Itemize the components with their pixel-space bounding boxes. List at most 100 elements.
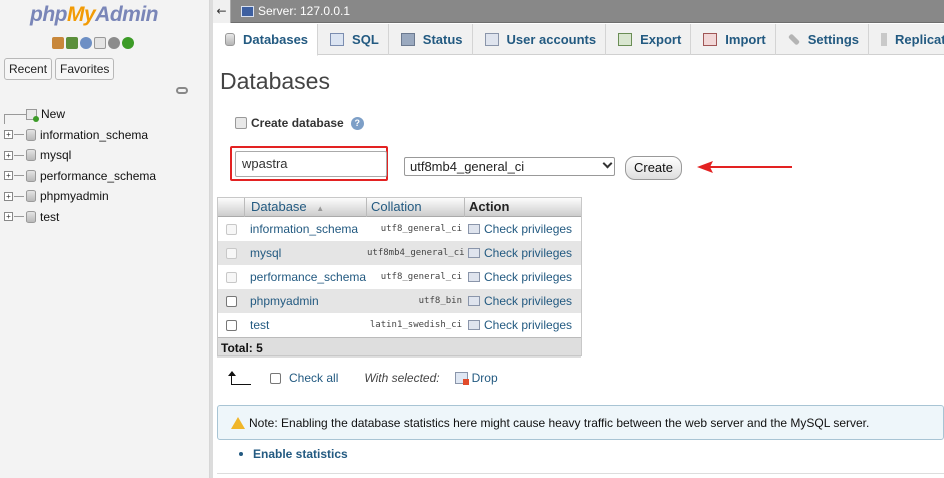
privileges-icon <box>468 224 480 234</box>
tab-replication[interactable]: Replication <box>869 24 944 55</box>
favorites-button[interactable]: Favorites <box>55 58 115 80</box>
tree-item-label: mysql <box>40 148 72 163</box>
tree-item-label: test <box>40 209 60 224</box>
sort-ascending-icon: ▲ <box>316 204 325 213</box>
create-button[interactable]: Create <box>625 156 682 180</box>
check-privileges-link[interactable]: Check privileges <box>465 265 581 289</box>
with-selected-label: With selected: <box>364 371 440 385</box>
bullet-icon <box>239 452 243 456</box>
tree-item-label: New <box>41 107 66 122</box>
reload-icon[interactable] <box>122 37 134 49</box>
tab-settings[interactable]: Settings <box>776 24 870 55</box>
collation-select[interactable]: utf8mb4_general_ci <box>404 157 615 176</box>
database-icon <box>26 190 36 203</box>
table-row: performance_schema utf8_general_ci Check… <box>217 265 581 289</box>
collapse-nav-button[interactable]: ← <box>213 0 231 23</box>
new-database-icon <box>26 108 39 122</box>
tree-item-mysql[interactable]: + mysql <box>4 145 156 166</box>
help-icon[interactable]: ? <box>350 116 364 130</box>
tab-status[interactable]: Status <box>389 24 473 55</box>
home-icon[interactable] <box>52 37 64 49</box>
privileges-icon <box>468 248 480 258</box>
tree-item-phpmyadmin[interactable]: + phpmyadmin <box>4 186 156 207</box>
expand-icon[interactable]: + <box>4 212 13 222</box>
tab-import[interactable]: Import <box>691 24 776 55</box>
tree-item-new[interactable]: New <box>4 104 156 125</box>
logout-icon[interactable] <box>66 37 78 49</box>
tree-line <box>14 216 24 218</box>
create-database-heading: Create database ? <box>235 116 364 130</box>
phpmyadmin-logo[interactable]: phpMyAdmin <box>30 3 158 27</box>
table-row: phpmyadmin utf8_bin Check privileges <box>217 289 581 313</box>
table-header: Database ▲ Collation Action <box>217 197 581 217</box>
action-header: Action <box>469 199 510 214</box>
check-all-checkbox[interactable] <box>270 372 281 384</box>
row-checkbox[interactable] <box>225 319 237 331</box>
tree-item-information-schema[interactable]: + information_schema <box>4 125 156 146</box>
database-name-input[interactable]: wpastra <box>235 151 387 177</box>
tree-item-performance-schema[interactable]: + performance_schema <box>4 166 156 187</box>
collation-value: latin1_swedish_ci <box>369 320 462 330</box>
with-selected-bar: Check all With selected: Drop <box>228 368 498 388</box>
link-icon[interactable] <box>176 87 188 94</box>
drop-button[interactable]: Drop <box>472 371 498 385</box>
database-link[interactable]: performance_schema <box>245 265 367 289</box>
table-row: test latin1_swedish_ci Check privileges <box>217 313 581 337</box>
navigation-panel: phpMyAdmin Recent Favorites New + inform… <box>0 0 210 478</box>
tree-line <box>4 114 26 125</box>
database-icon <box>26 169 36 182</box>
docs-icon[interactable] <box>94 37 106 49</box>
database-link[interactable]: test <box>245 313 367 337</box>
databases-table: Database ▲ Collation Action information_… <box>217 197 581 358</box>
check-privileges-link[interactable]: Check privileges <box>465 313 581 337</box>
sort-by-database[interactable]: Database ▲ <box>245 197 367 217</box>
database-link[interactable]: phpmyadmin <box>245 289 367 313</box>
create-database-icon <box>235 117 247 129</box>
table-row: information_schema utf8_general_ci Check… <box>217 217 581 241</box>
enable-statistics-link[interactable]: Enable statistics <box>239 447 348 461</box>
tree-item-test[interactable]: + test <box>4 207 156 228</box>
tab-user-accounts[interactable]: User accounts <box>473 24 607 55</box>
tab-sql[interactable]: SQL <box>318 24 389 55</box>
expand-icon[interactable]: + <box>4 150 13 160</box>
expand-icon[interactable]: + <box>4 130 13 140</box>
row-checkbox[interactable] <box>225 295 237 307</box>
server-icon <box>241 6 254 17</box>
database-icon <box>26 210 36 223</box>
database-icon <box>225 33 235 46</box>
check-privileges-link[interactable]: Check privileges <box>465 241 581 265</box>
tree-item-label: phpmyadmin <box>40 189 109 204</box>
main-menu-tabs: Databases SQL Status User accounts Expor… <box>213 24 944 56</box>
sort-by-collation[interactable]: Collation <box>367 197 465 217</box>
database-icon <box>26 128 36 141</box>
sql-icon <box>330 33 345 46</box>
tab-export[interactable]: Export <box>606 24 692 55</box>
tab-databases[interactable]: Databases <box>213 24 319 56</box>
database-tree: New + information_schema + mysql + perfo… <box>4 104 156 227</box>
statistics-notice: Note: Enabling the database statistics h… <box>217 405 944 440</box>
table-row: mysql utf8mb4_general_ci Check privilege… <box>217 241 581 265</box>
export-icon <box>618 33 633 46</box>
check-privileges-link[interactable]: Check privileges <box>465 289 581 313</box>
row-checkbox <box>225 223 237 235</box>
recent-button[interactable]: Recent <box>4 58 53 80</box>
status-icon <box>400 33 415 46</box>
gear-icon[interactable] <box>108 37 120 49</box>
check-all-label[interactable]: Check all <box>289 371 338 385</box>
server-breadcrumb[interactable]: Server: 127.0.0.1 <box>258 4 350 18</box>
table-total: Total: 5 <box>217 337 581 358</box>
database-link[interactable]: information_schema <box>245 217 367 241</box>
database-link[interactable]: mysql <box>245 241 367 265</box>
divider <box>217 473 944 474</box>
help-icon[interactable] <box>80 37 92 49</box>
check-privileges-link[interactable]: Check privileges <box>465 217 581 241</box>
import-icon <box>703 33 718 46</box>
tree-line <box>14 134 24 136</box>
row-checkbox <box>225 247 237 259</box>
arrow-up-left-icon <box>228 371 252 385</box>
expand-icon[interactable]: + <box>4 171 13 181</box>
expand-icon[interactable]: + <box>4 191 13 201</box>
drop-icon[interactable] <box>454 372 469 385</box>
privileges-icon <box>468 296 480 306</box>
main-content: Databases Create database ? wpastra utf8… <box>213 56 944 478</box>
